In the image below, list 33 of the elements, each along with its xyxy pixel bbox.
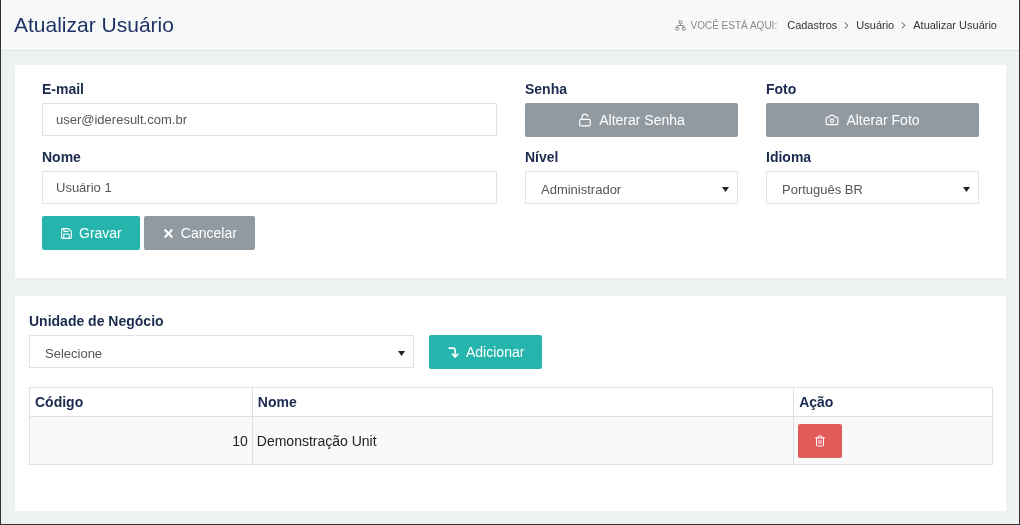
field-label: Foto [766,81,798,97]
name-field[interactable]: Usuário 1 [42,171,497,204]
delete-button[interactable] [798,423,843,458]
table-cell: Demonstração Unit [252,416,794,465]
field-label: Idioma [766,149,813,165]
breadcrumb-link[interactable]: Cadastros [787,19,838,31]
field-label: Nome [42,149,82,165]
save-icon [60,226,73,240]
table-cell: 10 [29,416,253,465]
business-unit-select[interactable]: Selecione [29,335,414,368]
sitemap-icon [675,19,687,31]
breadcrumb-label: VOCÊ ESTÁ AQUI: [690,19,778,31]
caret-icon [963,186,970,192]
section-label: Unidade de Negócio [29,313,165,329]
column-header: Código [29,387,253,417]
page-title: Atualizar Usuário [14,13,174,37]
camera-icon [825,113,840,127]
arrow-down-icon [447,345,460,359]
breadcrumb-link[interactable]: Atualizar Usuário [913,19,997,31]
trash-icon [814,434,827,447]
language-select[interactable]: Português BR [766,171,979,204]
caret-icon [398,350,405,356]
column-header: Nome [252,387,794,417]
column-header: Ação [793,387,993,417]
field-label: Nível [525,149,560,165]
field-label: Senha [525,81,568,97]
lock-icon [578,113,593,127]
breadcrumb-link[interactable]: Usuário [856,19,895,31]
email-field[interactable]: user@ideresult.com.br [42,103,497,136]
level-select[interactable]: Administrador [525,171,738,204]
field-label: E-mail [42,81,85,97]
close-icon [161,226,175,240]
caret-icon [722,186,729,192]
